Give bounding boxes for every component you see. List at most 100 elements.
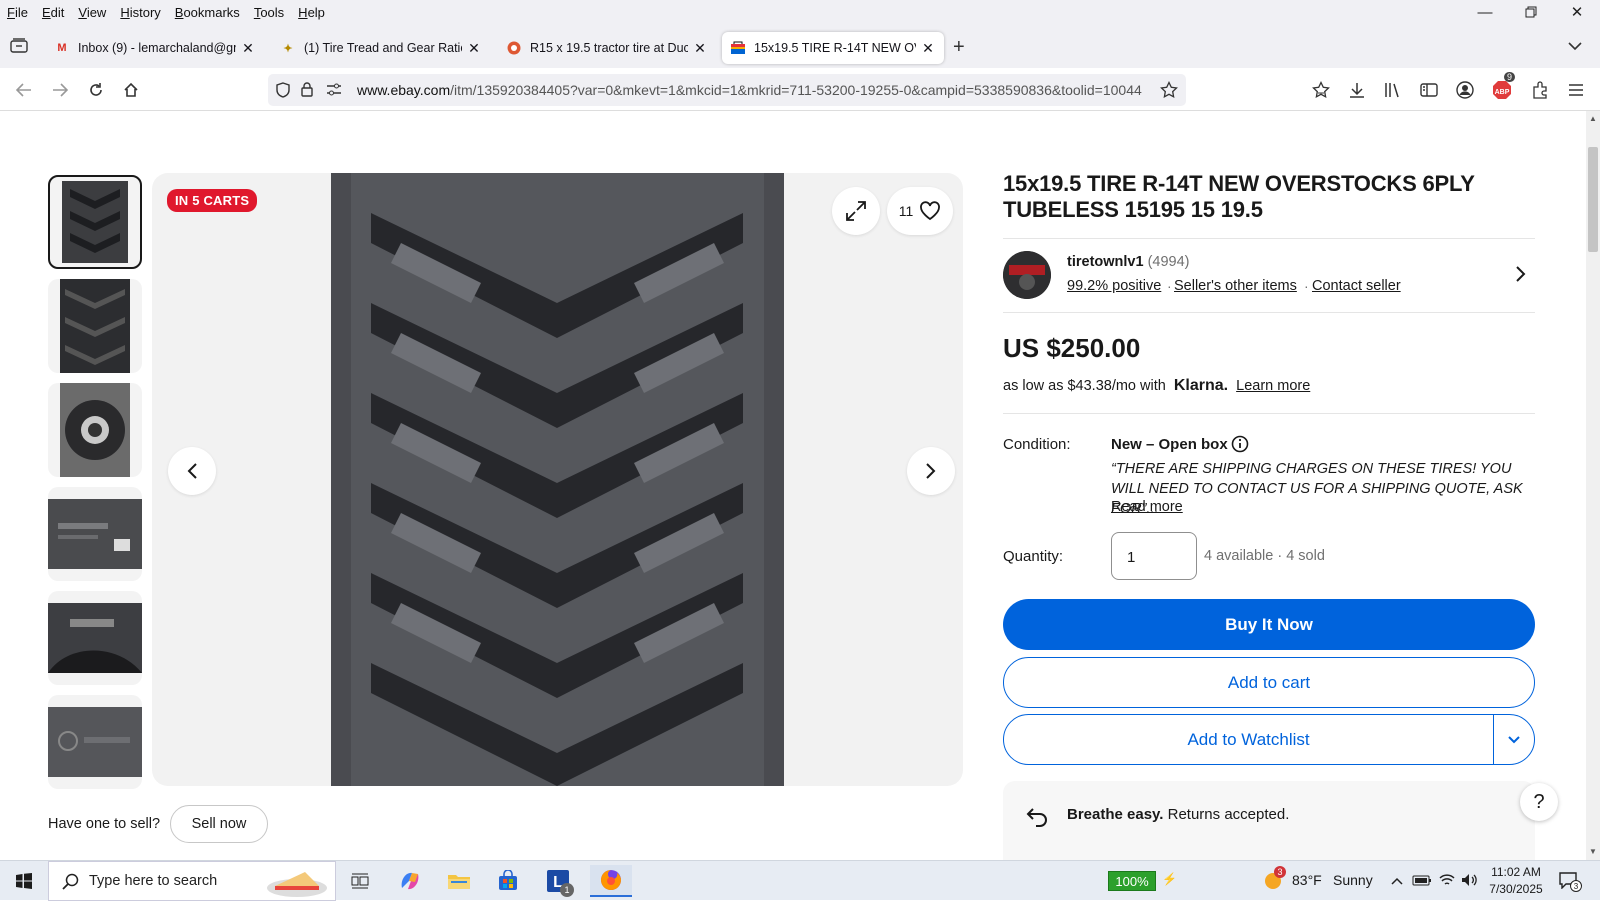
chevron-down-icon[interactable] — [1568, 38, 1582, 56]
menu-edit[interactable]: Edit — [35, 5, 71, 20]
url-bar[interactable]: www.ebay.com/itm/135920384405?var=0&mkev… — [268, 74, 1186, 106]
battery-icon[interactable] — [1412, 873, 1432, 892]
vertical-scrollbar[interactable]: ▲ ▼ — [1586, 111, 1600, 860]
sell-now-button[interactable]: Sell now — [170, 805, 268, 843]
seller-chevron-icon[interactable] — [1515, 265, 1527, 288]
menu-tools[interactable]: Tools — [247, 5, 291, 20]
add-to-cart-button[interactable]: Add to cart — [1003, 657, 1535, 708]
taskbar-search-box[interactable]: Type here to search — [48, 861, 336, 901]
next-image-button[interactable] — [907, 447, 955, 495]
wifi-icon[interactable] — [1438, 872, 1456, 893]
restore-icon[interactable] — [1508, 0, 1554, 24]
search-highlight-image — [265, 864, 329, 905]
buy-it-now-button[interactable]: Buy It Now — [1003, 599, 1535, 650]
gallery-thumbnail[interactable] — [48, 487, 142, 581]
account-icon[interactable] — [1451, 76, 1479, 104]
seller-avatar[interactable] — [1003, 251, 1051, 299]
close-window-icon[interactable]: ✕ — [1554, 0, 1600, 24]
lexmark-app-icon[interactable]: L 1 — [542, 865, 574, 897]
sellers-other-items-link[interactable]: Seller's other items — [1174, 278, 1297, 294]
url-path: /itm/135920384405?var=0&mkevt=1&mkcid=1&… — [450, 82, 1142, 98]
tab-title: Inbox (9) - lemarchaland@gmail — [78, 41, 236, 55]
expand-image-button[interactable] — [832, 187, 880, 235]
menu-view[interactable]: View — [71, 5, 113, 20]
tab-tire-tread[interactable]: ✦ (1) Tire Tread and Gear Ratios - ✕ — [272, 32, 490, 64]
info-icon[interactable] — [1231, 435, 1249, 458]
scrollbar-thumb[interactable] — [1588, 147, 1598, 252]
menu-history[interactable]: History — [113, 5, 167, 20]
tab-ebay[interactable]: 15x19.5 TIRE R-14T NEW OVERST ✕ — [722, 32, 944, 64]
scroll-up-icon[interactable]: ▲ — [1589, 114, 1597, 123]
chevron-right-icon — [926, 463, 936, 479]
read-more-link[interactable]: Read more — [1111, 499, 1183, 515]
learn-more-link[interactable]: Learn more — [1236, 378, 1310, 394]
reload-icon[interactable] — [82, 76, 110, 104]
shield-icon[interactable] — [276, 82, 290, 101]
close-tab-icon[interactable]: ✕ — [466, 40, 482, 57]
lock-icon[interactable] — [300, 81, 314, 100]
adblock-plus-icon[interactable]: ABP 9 — [1488, 72, 1516, 104]
positive-feedback-link[interactable]: 99.2% positive — [1067, 278, 1161, 294]
minimize-icon[interactable]: — — [1462, 0, 1508, 24]
volume-icon[interactable] — [1460, 872, 1478, 893]
firefox-taskbar-icon[interactable] — [590, 865, 632, 897]
help-button[interactable]: ? — [1520, 783, 1558, 821]
gallery-thumbnail[interactable] — [48, 175, 142, 269]
watch-heart-button[interactable]: 11 — [887, 187, 953, 235]
gallery-thumbnail[interactable] — [48, 383, 142, 477]
heart-icon — [920, 201, 941, 221]
task-view-icon[interactable] — [344, 865, 376, 897]
main-image-viewer[interactable] — [152, 173, 963, 786]
home-icon[interactable] — [117, 76, 145, 104]
list-all-tabs-icon[interactable] — [10, 38, 28, 59]
klarna-text: as low as $43.38/mo with — [1003, 378, 1166, 394]
watchlist-dropdown-icon[interactable] — [1494, 735, 1534, 745]
availability: 4 available · 4 sold — [1204, 548, 1325, 564]
menu-bookmarks[interactable]: Bookmarks — [168, 5, 247, 20]
download-icon[interactable] — [1343, 76, 1371, 104]
windows-start-icon[interactable] — [8, 865, 40, 897]
bookmark-star-icon[interactable] — [1160, 80, 1178, 102]
scroll-down-icon[interactable]: ▼ — [1589, 847, 1597, 856]
tray-chevron-up-icon[interactable] — [1390, 873, 1404, 891]
weather-condition[interactable]: Sunny — [1333, 872, 1373, 888]
sold-count: 4 sold — [1286, 548, 1325, 564]
notification-icon[interactable]: 3 — [1558, 871, 1582, 894]
add-to-watchlist-button[interactable]: Add to Watchlist — [1003, 714, 1535, 765]
file-explorer-icon[interactable] — [443, 865, 475, 897]
weather-icon[interactable]: 3 — [1262, 866, 1286, 896]
battery-percent[interactable]: 100% — [1108, 871, 1156, 891]
new-tab-icon[interactable]: + — [953, 36, 965, 59]
contact-seller-link[interactable]: Contact seller — [1312, 278, 1401, 294]
clock-time[interactable]: 11:02 AM — [1488, 865, 1544, 879]
hamburger-menu-icon[interactable] — [1562, 76, 1590, 104]
clock-date[interactable]: 7/30/2025 — [1488, 882, 1544, 896]
tab-gmail[interactable]: M Inbox (9) - lemarchaland@gmail ✕ — [46, 32, 264, 64]
url-text[interactable]: www.ebay.com/itm/135920384405?var=0&mkev… — [357, 82, 1152, 98]
close-tab-icon[interactable]: ✕ — [920, 40, 936, 57]
forward-icon[interactable] — [46, 76, 74, 104]
gallery-thumbnail[interactable] — [48, 279, 142, 373]
menu-help[interactable]: Help — [291, 5, 332, 20]
gallery-thumbnail[interactable] — [48, 695, 142, 789]
seller-name[interactable]: tiretownlv1 — [1067, 254, 1144, 270]
menu-file[interactable]: File — [0, 5, 35, 20]
pocket-icon[interactable] — [1307, 76, 1335, 104]
copilot-icon[interactable] — [394, 865, 426, 897]
tab-duckduckgo[interactable]: R15 x 19.5 tractor tire at DuckDu ✕ — [498, 32, 716, 64]
close-tab-icon[interactable]: ✕ — [240, 40, 256, 57]
library-icon[interactable] — [1379, 76, 1407, 104]
quantity-input[interactable]: 1 — [1111, 532, 1197, 580]
add-to-watchlist-label[interactable]: Add to Watchlist — [1004, 715, 1495, 764]
microsoft-store-icon[interactable] — [492, 865, 524, 897]
weather-temperature[interactable]: 83°F — [1292, 872, 1322, 888]
extensions-icon[interactable] — [1526, 76, 1554, 104]
divider — [1003, 413, 1535, 414]
seller-info[interactable]: tiretownlv1 (4994) — [1067, 254, 1190, 270]
close-tab-icon[interactable]: ✕ — [692, 40, 708, 57]
gallery-thumbnail[interactable] — [48, 591, 142, 685]
back-icon[interactable] — [10, 76, 38, 104]
sidebar-icon[interactable] — [1415, 76, 1443, 104]
previous-image-button[interactable] — [168, 447, 216, 495]
permissions-icon[interactable] — [326, 83, 342, 100]
